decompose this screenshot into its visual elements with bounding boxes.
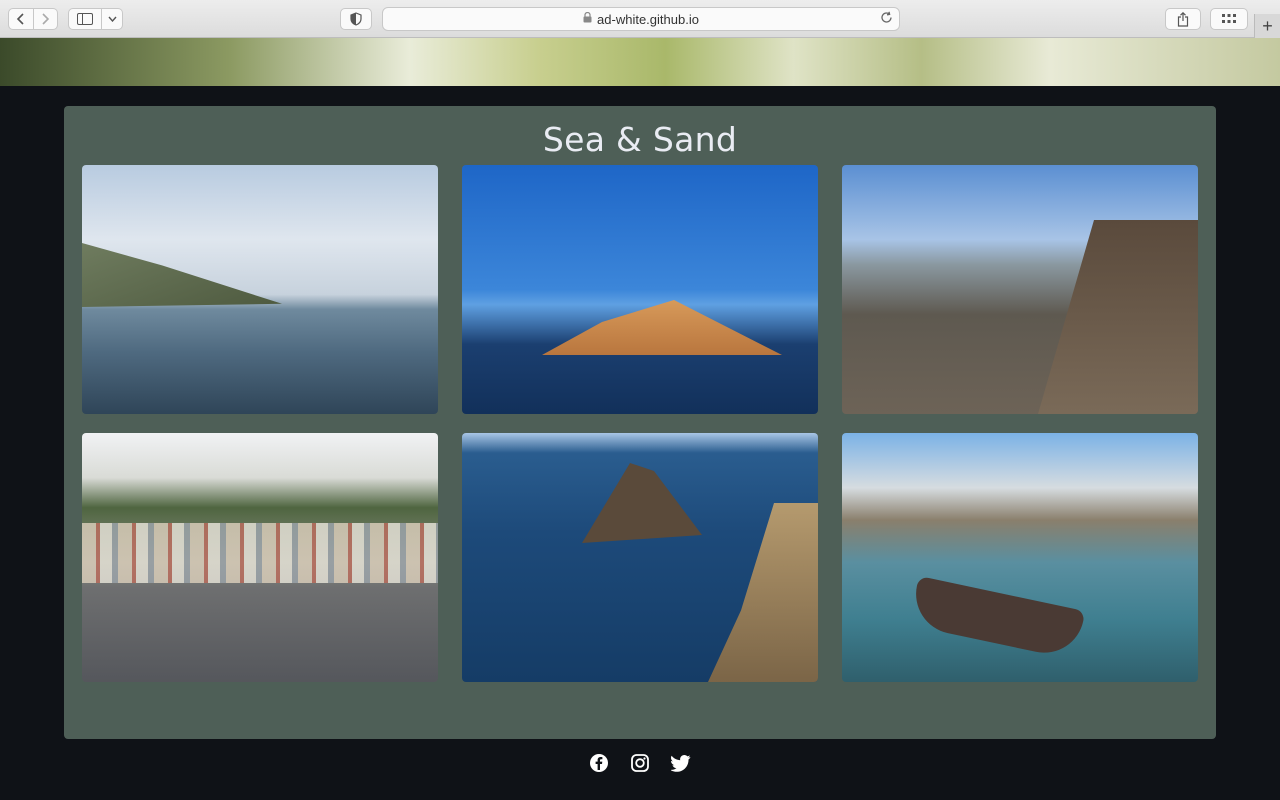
photo-harbour-boats[interactable] <box>842 433 1198 682</box>
page-title: Sea & Sand <box>542 120 738 159</box>
header-banner-image <box>0 38 1280 86</box>
address-bar[interactable]: ad-white.github.io <box>382 7 900 31</box>
sidebar-icon <box>77 13 93 25</box>
photo-sandstone-cliff[interactable] <box>462 165 818 414</box>
instagram-icon[interactable] <box>629 752 651 774</box>
shield-icon <box>350 12 362 26</box>
nav-buttons <box>8 8 58 30</box>
facebook-icon[interactable] <box>588 752 610 774</box>
reload-icon[interactable] <box>880 11 893 27</box>
chevron-right-icon <box>42 13 50 25</box>
browser-toolbar: ad-white.github.io + <box>0 0 1280 38</box>
back-button[interactable] <box>8 8 34 30</box>
gallery-card: Sea & Sand <box>64 106 1216 739</box>
photo-rocky-coast[interactable] <box>462 433 818 682</box>
sidebar-menu-button[interactable] <box>102 8 123 30</box>
url-text: ad-white.github.io <box>597 11 699 27</box>
tab-overview-button[interactable] <box>1210 8 1248 30</box>
grid-icon <box>1222 14 1236 23</box>
new-tab-button[interactable]: + <box>1254 14 1280 38</box>
forward-button[interactable] <box>33 8 58 30</box>
twitter-icon[interactable] <box>670 752 692 774</box>
photo-causeway-island[interactable] <box>842 165 1198 414</box>
sidebar-toggle-group <box>68 8 123 30</box>
privacy-button[interactable] <box>340 8 372 30</box>
photo-cliffs-sea[interactable] <box>82 165 438 414</box>
chevron-left-icon <box>16 13 24 25</box>
share-button[interactable] <box>1165 8 1201 30</box>
chevron-down-icon <box>107 16 117 22</box>
lock-icon <box>583 11 592 26</box>
photo-harbour-town[interactable] <box>82 433 438 682</box>
sidebar-button[interactable] <box>68 8 102 30</box>
share-icon <box>1177 11 1189 27</box>
